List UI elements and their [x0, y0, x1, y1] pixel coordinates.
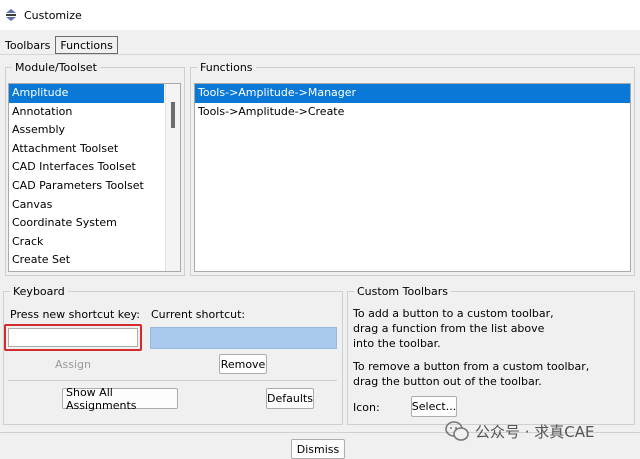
new-shortcut-label: Press new shortcut key: [10, 308, 140, 321]
keyboard-label: Keyboard [13, 285, 65, 298]
tab-panel-divider [0, 54, 640, 55]
module-list-item[interactable]: Canvas [9, 196, 164, 215]
dismiss-button[interactable]: Dismiss [291, 439, 345, 459]
module-toolset-label: Module/Toolset [15, 61, 97, 74]
functions-label: Functions [200, 61, 253, 74]
module-list-item[interactable]: Coordinate System [9, 214, 164, 233]
module-list-item[interactable]: Annotation [9, 103, 164, 122]
module-list-item[interactable]: CAD Parameters Toolset [9, 177, 164, 196]
icon-label: Icon: [353, 401, 380, 414]
custom-toolbars-label: Custom Toolbars [357, 285, 448, 298]
keyboard-separator [8, 380, 337, 381]
add-button-help: To add a button to a custom toolbar, dra… [353, 307, 554, 350]
module-list-scrollbar[interactable] [165, 84, 180, 271]
tab-toolbars[interactable]: Toolbars [0, 36, 55, 54]
show-all-assignments-button[interactable]: Show All Assignments [62, 386, 178, 412]
remove-button[interactable]: Remove [219, 354, 267, 374]
current-shortcut-label: Current shortcut: [151, 308, 246, 321]
module-list-item[interactable]: CAD Interfaces Toolset [9, 158, 164, 177]
select-icon-button[interactable]: Select... [411, 396, 457, 417]
current-shortcut-field [150, 327, 337, 349]
tab-functions[interactable]: Functions [55, 36, 118, 54]
title-bar: Customize [0, 0, 640, 30]
scrollbar-thumb[interactable] [171, 102, 175, 128]
defaults-button[interactable]: Defaults [266, 388, 314, 409]
module-list-item[interactable]: Assembly [9, 121, 164, 140]
app-icon [6, 9, 16, 21]
remove-button-help: To remove a button from a custom toolbar… [353, 360, 590, 388]
tab-bar: Toolbars Functions [0, 36, 118, 54]
assign-button[interactable]: Assign [54, 355, 92, 373]
module-toolset-list[interactable]: Amplitude Annotation Assembly Attachment To… [8, 83, 181, 272]
module-list-item[interactable]: Amplitude [9, 84, 164, 103]
new-shortcut-input[interactable] [8, 328, 138, 347]
module-list-item[interactable]: Create Set [9, 251, 164, 270]
module-list-item[interactable]: Crack [9, 233, 164, 252]
window-title: Customize [24, 8, 82, 22]
watermark: 公众号 · 求真CAE [445, 420, 595, 442]
watermark-text: 公众号 · 求真CAE [475, 422, 595, 441]
function-list-item[interactable]: Tools->Amplitude->Manager [195, 84, 630, 103]
chat-bubbles-icon [445, 421, 469, 441]
function-list-item[interactable]: Tools->Amplitude->Create [195, 103, 630, 122]
functions-list[interactable]: Tools->Amplitude->Manager Tools->Amplitud… [194, 83, 631, 272]
module-list-item[interactable]: Attachment Toolset [9, 140, 164, 159]
